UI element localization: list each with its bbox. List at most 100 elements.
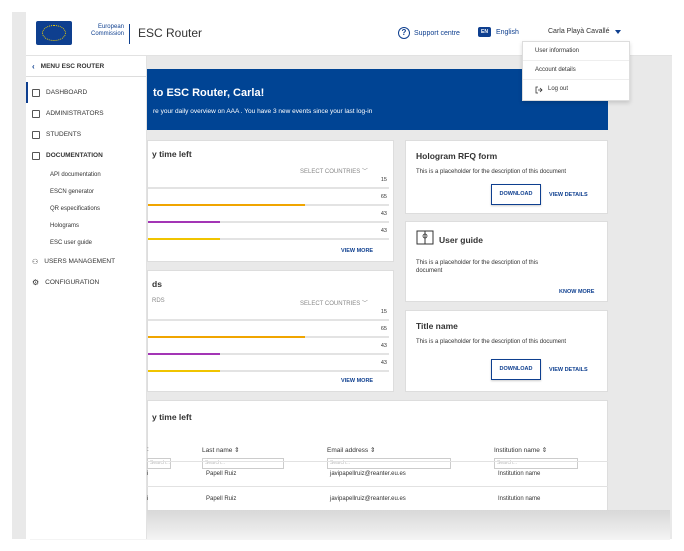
card-title: Title name: [416, 321, 458, 331]
sidebar-item-label: ADMINISTRATORS: [46, 110, 104, 117]
ec-logo[interactable]: [36, 21, 72, 45]
sidebar-title: MENU ESC ROUTER: [40, 62, 105, 70]
logout-icon: [535, 86, 543, 93]
time-left-card: y time left SELECT COUNTRIES ﹀ 15 65 43 43 …: [147, 140, 394, 262]
sidebar: ‹ MENU ESC ROUTER DASHBOARD ADMINISTRATOR…: [26, 56, 147, 539]
user-menu-toggle[interactable]: Carla Playà Cavallé: [548, 28, 622, 35]
view-more-link[interactable]: VIEW MORE: [341, 378, 373, 384]
sidebar-item-users-management[interactable]: ⚇ USERS MANAGEMENT: [26, 251, 146, 272]
column-header-institution[interactable]: Institution name ⇕: [494, 446, 547, 454]
document-icon: [32, 151, 40, 160]
card-description: This is a placeholder for the descriptio…: [416, 260, 539, 274]
cell-email: javipapellruiz@reanter.eu.es: [330, 496, 406, 502]
sidebar-item-label: USERS MANAGEMENT: [44, 258, 116, 265]
sidebar-item-configuration[interactable]: ⚙ CONFIGURATION: [26, 272, 146, 293]
menu-item-label: User information: [535, 47, 580, 54]
menu-item-user-information[interactable]: User information: [523, 42, 629, 61]
sidebar-subitem-holograms[interactable]: Holograms: [26, 217, 146, 234]
select-label: SELECT COUNTRIES: [300, 169, 361, 175]
column-header-email[interactable]: Email address ⇕: [327, 446, 375, 454]
card-title: User guide: [439, 235, 483, 245]
progress-row: 43: [148, 228, 395, 240]
table-row[interactable]: i Papell Ruiz javipapellruiz@reanter.eu.…: [147, 461, 608, 486]
sidebar-item-dashboard[interactable]: DASHBOARD: [26, 82, 146, 103]
view-details-link[interactable]: VIEW DETAILS: [549, 192, 588, 198]
column-label: Last name: [202, 447, 233, 454]
columns-icon: [32, 109, 40, 118]
progress-row: 43: [148, 343, 395, 355]
view-details-link[interactable]: VIEW DETAILS: [549, 367, 588, 373]
sidebar-item-label: STUDENTS: [46, 131, 82, 138]
question-icon: ?: [398, 27, 410, 39]
sidebar-header[interactable]: ‹ MENU ESC ROUTER: [26, 56, 146, 77]
caret-down-icon: [615, 29, 622, 34]
gear-icon: ⚙: [32, 278, 40, 287]
card-title: Hologram RFQ form: [416, 151, 498, 161]
menu-item-log-out[interactable]: Log out: [523, 80, 629, 99]
card-title: y time left: [152, 149, 192, 159]
cell-first-name: i: [147, 471, 149, 477]
divider: [129, 24, 130, 44]
progress-row: 43: [148, 211, 395, 223]
progress-fill: [148, 237, 221, 240]
sidebar-subitem-api-documentation[interactable]: API documentation: [26, 166, 146, 183]
title-name-card: Title name This is a placeholder for the…: [405, 310, 608, 392]
progress-row: 65: [148, 194, 395, 206]
progress-value: 43: [380, 343, 387, 349]
grid-icon: [32, 88, 40, 97]
know-more-link[interactable]: KNOW MORE: [559, 289, 594, 295]
column-header-last-name[interactable]: Last name ⇕: [202, 446, 240, 454]
sort-icon: ⇕: [541, 447, 548, 454]
language-label: English: [495, 28, 519, 36]
sidebar-item-documentation[interactable]: DOCUMENTATION: [26, 145, 146, 166]
progress-track: [148, 187, 389, 189]
support-label: Support centre: [414, 29, 460, 37]
id-card-icon: [32, 130, 40, 139]
eu-flag-icon: [42, 25, 66, 41]
book-icon: [416, 230, 434, 245]
menu-item-label: Account details: [535, 66, 576, 73]
sidebar-subitem-esc-user-guide[interactable]: ESC user guide: [26, 234, 146, 251]
column-label: Email address: [327, 447, 369, 454]
language-selector[interactable]: EN English: [478, 27, 519, 37]
cell-email: javipapellruiz@reanter.eu.es: [330, 471, 406, 477]
org-bottom: Commission: [90, 31, 124, 37]
sidebar-item-label: DOCUMENTATION: [46, 152, 103, 159]
menu-item-account-details[interactable]: Account details: [523, 61, 629, 80]
progress-track: [148, 319, 389, 321]
select-countries-dropdown[interactable]: SELECT COUNTRIES ﹀: [300, 166, 368, 175]
sidebar-subitem-escn-generator[interactable]: ESCN generator: [26, 183, 146, 200]
card-description: This is a placeholder for the descriptio…: [416, 169, 567, 175]
sidebar-item-administrators[interactable]: ADMINISTRATORS: [26, 103, 146, 124]
progress-fill: [148, 335, 305, 338]
download-button[interactable]: DOWNLOAD: [491, 184, 541, 205]
users-icon: ⚇: [32, 258, 39, 266]
cell-first-name: i: [147, 496, 149, 502]
table-row[interactable]: i Papell Ruiz javipapellruiz@reanter.eu.…: [147, 486, 608, 511]
cell-institution: Institution name: [498, 471, 541, 477]
card-subtitle: RDS: [152, 298, 165, 304]
progress-value: 15: [380, 177, 387, 183]
sidebar-item-label: DASHBOARD: [46, 89, 88, 96]
select-countries-dropdown[interactable]: SELECT COUNTRIES ﹀: [300, 298, 368, 307]
download-button[interactable]: DOWNLOAD: [491, 359, 541, 380]
user-name: Carla Playà Cavallé: [548, 28, 610, 35]
select-label: SELECT COUNTRIES: [300, 301, 361, 307]
cell-institution: Institution name: [498, 496, 541, 502]
welcome-subtitle: re your daily overview on AAA . You have…: [153, 108, 373, 115]
column-label: Institution name: [494, 447, 540, 454]
progress-value: 43: [380, 360, 387, 366]
sidebar-item-students[interactable]: STUDENTS: [26, 124, 146, 145]
progress-value: 43: [380, 228, 387, 234]
column-header-first[interactable]: :: [147, 446, 149, 453]
view-more-link[interactable]: VIEW MORE: [341, 248, 373, 254]
progress-value: 43: [380, 211, 387, 217]
sidebar-subitem-qr-especifications[interactable]: QR especifications: [26, 200, 146, 217]
progress-value: 65: [380, 194, 387, 200]
cell-last-name: Papell Ruiz: [206, 471, 237, 477]
org-name: European Commission: [76, 24, 124, 38]
app-title: ESC Router: [138, 26, 203, 40]
menu-item-label: Log out: [548, 86, 569, 92]
progress-row: 15: [148, 177, 395, 189]
support-centre-link[interactable]: ? Support centre: [398, 27, 460, 39]
